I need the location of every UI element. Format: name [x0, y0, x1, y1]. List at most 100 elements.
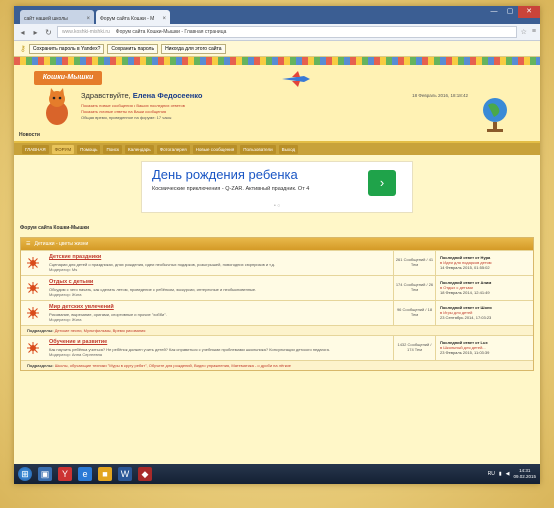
news-label: Новости — [19, 132, 40, 138]
screenshot-frame: сайт нашей школы × Форум сайта Кошки - М… — [0, 0, 554, 508]
explorer-icon[interactable]: ▣ — [38, 467, 52, 481]
nav-users[interactable]: Пользователи — [240, 144, 276, 154]
address-icons: ☆ ≡ — [521, 28, 536, 36]
board-status-icon — [21, 336, 45, 360]
address-page-title: Форум сайта Кошки-Мышки - Главная страни… — [115, 29, 227, 35]
greeting: Здравствуйте, Елена Федосеенко — [81, 91, 203, 100]
current-date: 18 Февраль 2016, 18:18:42 — [412, 93, 468, 98]
board-row: Мир детских увлечений Рисование, вырезан… — [21, 300, 533, 325]
time-online: Общая время, проведенное на форуме: 17 ч… — [81, 115, 172, 120]
collapse-icon[interactable]: ☰ — [26, 241, 30, 247]
nav-logout[interactable]: Выход — [278, 144, 299, 154]
subforums-links[interactable]: Школы, обучающие техники "Муры в кругу р… — [55, 363, 291, 368]
language-indicator[interactable]: RU — [488, 471, 495, 477]
user-name[interactable]: Елена Федосеенко — [133, 91, 203, 100]
start-icon[interactable]: ⊞ — [18, 467, 32, 481]
board-stats: 1432 Сообщений / 174 Тем — [393, 336, 435, 360]
board-moderator: Модератор: Жига — [49, 292, 82, 297]
forum-category: ☰ Детишки - цветы жизни Детские праздник… — [20, 237, 534, 371]
board-row: Отдых с детьми Обсудим с чего начать, ка… — [21, 275, 533, 300]
board-title[interactable]: Мир детских увлечений — [49, 304, 389, 310]
window-close-icon[interactable]: ✕ — [518, 6, 540, 18]
volume-icon[interactable]: ◀ — [506, 471, 510, 477]
close-icon[interactable]: × — [162, 16, 166, 22]
nav-help[interactable]: Помощь — [77, 144, 101, 154]
yandex-browser-icon[interactable]: Y — [58, 467, 72, 481]
back-icon[interactable]: ◂ — [18, 28, 27, 37]
board-row: Детские праздники Сценарии для детей о п… — [21, 250, 533, 275]
monitor-screen: сайт нашей школы × Форум сайта Кошки - М… — [14, 6, 540, 484]
board-title[interactable]: Обучение и развитие — [49, 339, 389, 345]
board-status-icon — [21, 301, 45, 325]
forum-title[interactable]: Форум сайта Кошки-Мышки — [20, 225, 540, 231]
close-icon[interactable]: × — [86, 16, 90, 22]
greeting-text: Здравствуйте, — [81, 91, 131, 100]
web-page: Кошки-Мышки Здравствуйте, Елена Федосеен… — [14, 57, 540, 464]
board-row: Обучение и развитие Как научить ребёнка … — [21, 335, 533, 360]
never-save-button[interactable]: Никогда для этого сайта — [161, 43, 226, 54]
clock[interactable]: 14:31 09.02.2015 — [513, 468, 536, 480]
password-prompt[interactable]: Сохранить пароль в Yandex? — [28, 43, 105, 54]
subforums-links[interactable]: Детские песни, Мультфильмы, Время рисова… — [55, 328, 146, 333]
reload-icon[interactable]: ↻ — [44, 28, 53, 37]
tab-label: сайт нашей школы — [24, 16, 68, 22]
board-status-icon — [21, 276, 45, 300]
nav-home[interactable]: ГЛАВНАЯ — [22, 144, 49, 154]
ad-pager-dots[interactable]: • ○ — [274, 203, 280, 209]
ad-arrow-button[interactable]: › — [368, 170, 396, 196]
site-navbar: ГЛАВНАЯ ФОРУМ Помощь Поиск Календарь Фот… — [14, 143, 540, 155]
last-post-date: 14 Февраль 2015, 01:55:02 — [440, 265, 490, 270]
minimize-icon[interactable]: — — [486, 6, 502, 18]
star-icon[interactable]: ☆ — [521, 28, 527, 36]
clock-date: 09.02.2015 — [513, 474, 536, 479]
subforums-row: Подразделы: Школы, обучающие техники "Му… — [21, 360, 533, 370]
ad-banner[interactable]: День рождения ребенка Космические приклю… — [141, 161, 413, 213]
maximize-icon[interactable]: ▢ — [502, 6, 518, 18]
media-icon[interactable]: ◆ — [138, 467, 152, 481]
folder-icon[interactable]: ■ — [98, 467, 112, 481]
category-title[interactable]: Детишки - цветы жизни — [34, 241, 88, 247]
ad-title[interactable]: День рождения ребенка — [152, 167, 298, 182]
nav-forum[interactable]: ФОРУМ — [51, 144, 75, 154]
board-title[interactable]: Отдых с детьми — [49, 279, 389, 285]
board-moderator: Модератор: Ms — [49, 267, 78, 272]
browser-tab[interactable]: сайт нашей школы × — [20, 10, 94, 24]
board-last-post: Последний ответ от Шоня в Игры для детей… — [435, 301, 533, 325]
board-last-post: Последний ответ от Lux в Школьный для де… — [435, 336, 533, 360]
menu-icon[interactable]: ≡ — [532, 28, 536, 36]
board-last-post: Последний ответ от Аним в Отдых с детьми… — [435, 276, 533, 300]
board-stats: 261 Сообщений / 41 Тем — [393, 251, 435, 275]
word-icon[interactable]: W — [118, 467, 132, 481]
browser-tab-active[interactable]: Форум сайта Кошки - М × — [96, 10, 170, 24]
cat-mascot-icon — [46, 88, 68, 125]
nav-search[interactable]: Поиск — [103, 144, 122, 154]
browser-tab-strip: сайт нашей школы × Форум сайта Кошки - М… — [14, 6, 540, 24]
globe-decoration-icon — [483, 98, 507, 132]
key-icon: ⚷ — [20, 44, 26, 53]
garland-decoration — [14, 57, 540, 65]
window-controls: — ▢ ✕ — [486, 6, 540, 20]
ad-subtitle: Космические приключения - Q-ZAR. Активны… — [152, 186, 310, 192]
category-header: ☰ Детишки - цветы жизни — [21, 238, 533, 250]
save-password-button[interactable]: Сохранить пароль — [107, 43, 159, 54]
board-moderator: Модератор: Анна Сергеевна — [49, 352, 103, 357]
address-bar[interactable]: www.koshki-mishki.ru Форум сайта Кошки-М… — [57, 26, 517, 38]
last-post-date: 23 Сентябрь 2014, 17:03:23 — [440, 315, 492, 320]
nav-new-posts[interactable]: Новые сообщения — [192, 144, 238, 154]
last-post-date: 18 Февраль 2014, 12:41:49 — [440, 290, 490, 295]
site-logo[interactable]: Кошки-Мышки — [34, 71, 102, 85]
network-icon[interactable]: ▮ — [499, 471, 502, 477]
user-links: Показать новые сообщения • Ваших последн… — [81, 103, 185, 121]
windows-taskbar: ⊞ ▣ Y e ■ W ◆ RU ▮ ◀ 14:31 09.02.2015 — [14, 464, 540, 484]
internet-explorer-icon[interactable]: e — [78, 467, 92, 481]
board-title[interactable]: Детские праздники — [49, 254, 389, 260]
forward-icon[interactable]: ▸ — [31, 28, 40, 37]
subforums-label: Подразделы: — [27, 328, 54, 333]
board-status-icon — [21, 251, 45, 275]
subforums-row: Подразделы: Детские песни, Мультфильмы, … — [21, 325, 533, 335]
site-header: Кошки-Мышки Здравствуйте, Елена Федосеен… — [14, 65, 540, 143]
board-stats: 174 Сообщений / 26 Тем — [393, 276, 435, 300]
nav-gallery[interactable]: Фотогалерея — [156, 144, 190, 154]
last-post-date: 23 Февраль 2015, 11:03:39 — [440, 350, 490, 355]
nav-calendar[interactable]: Календарь — [124, 144, 154, 154]
